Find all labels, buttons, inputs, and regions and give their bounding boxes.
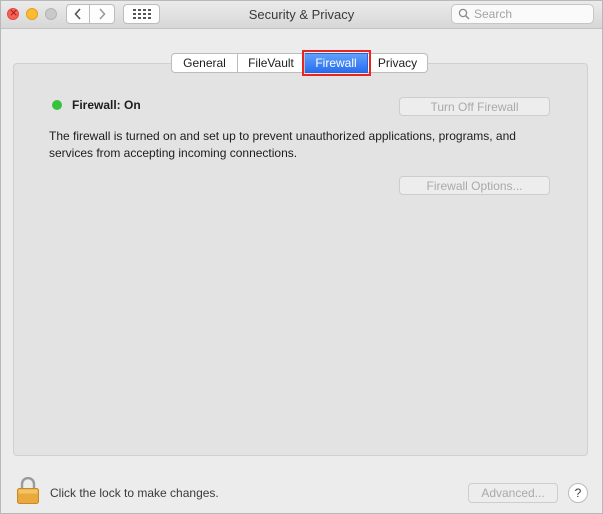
- tab-privacy[interactable]: Privacy: [368, 53, 428, 73]
- content-panel: [13, 63, 588, 456]
- firewall-options-button[interactable]: Firewall Options...: [399, 176, 550, 195]
- tab-general[interactable]: General: [171, 53, 238, 73]
- search-input[interactable]: [474, 6, 586, 22]
- security-privacy-window: Security & Privacy General FileVault Fir…: [0, 0, 603, 514]
- firewall-status-label: Firewall: On: [72, 98, 141, 112]
- tab-firewall[interactable]: Firewall: [302, 50, 371, 76]
- tab-filevault[interactable]: FileVault: [238, 53, 305, 73]
- firewall-description: The firewall is turned on and set up to …: [49, 129, 516, 160]
- turn-off-firewall-button[interactable]: Turn Off Firewall: [399, 97, 550, 116]
- tab-bar: General FileVault Firewall Privacy: [171, 50, 428, 76]
- help-button[interactable]: ?: [568, 483, 588, 503]
- search-icon: [458, 8, 470, 20]
- lock-hint-text: Click the lock to make changes.: [50, 486, 219, 500]
- advanced-button[interactable]: Advanced...: [468, 483, 558, 503]
- firewall-status: Firewall: On: [52, 98, 141, 112]
- search-field[interactable]: [451, 4, 594, 24]
- title-bar: Security & Privacy: [1, 1, 602, 29]
- status-indicator-icon: [52, 100, 62, 110]
- lock-icon[interactable]: [16, 477, 40, 505]
